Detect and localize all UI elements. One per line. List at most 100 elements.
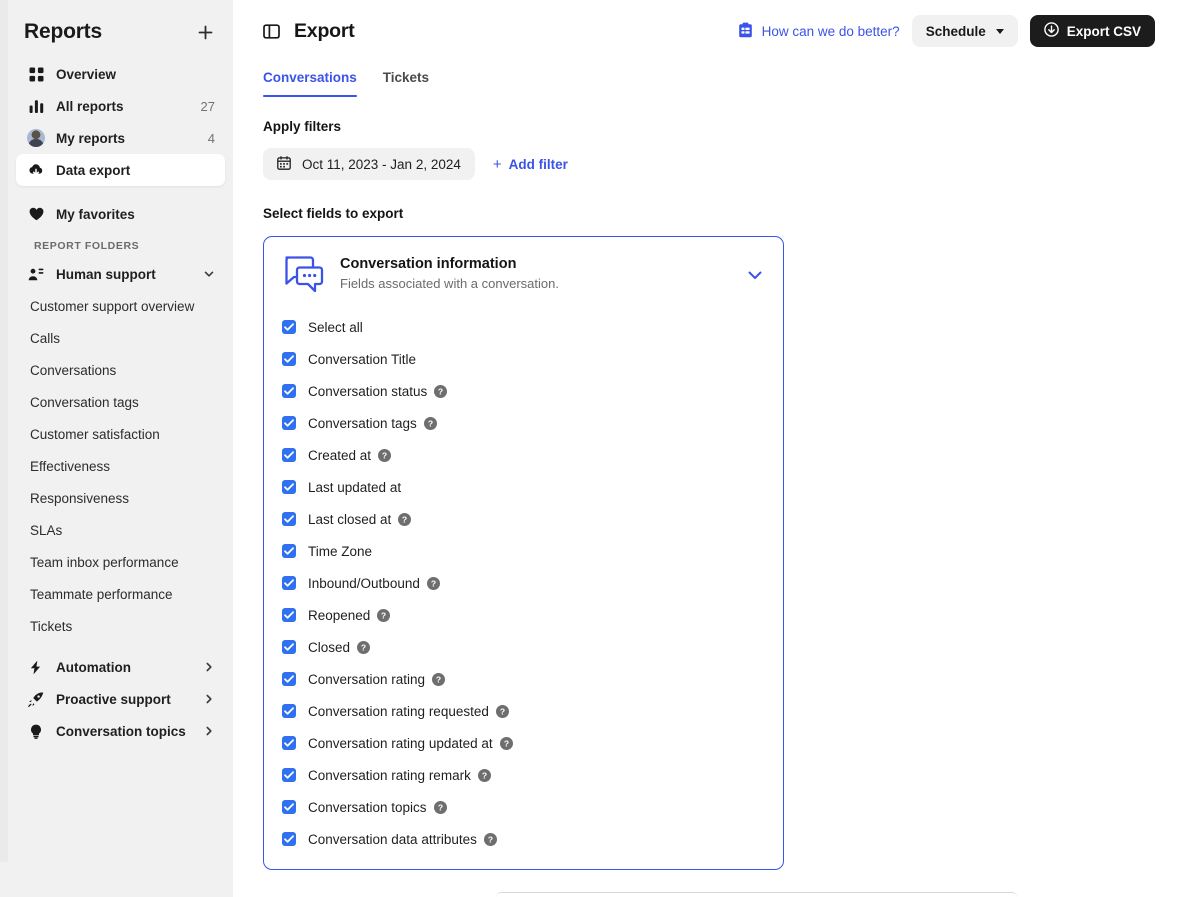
- field-row-select-all[interactable]: Select all: [282, 311, 765, 343]
- checkbox[interactable]: [282, 736, 296, 750]
- filters-row: Oct 11, 2023 - Jan 2, 2024 + Add filter: [263, 148, 1153, 180]
- sidebar-subitem-tickets[interactable]: Tickets: [16, 610, 225, 642]
- field-row-conversation-rating[interactable]: Conversation rating ?: [282, 663, 765, 695]
- field-row-conversation-status[interactable]: Conversation status ?: [282, 375, 765, 407]
- sidebar-item-all-reports[interactable]: All reports 27: [16, 90, 225, 122]
- export-csv-button[interactable]: Export CSV: [1029, 15, 1155, 47]
- sidebar-folder-label: Human support: [56, 266, 156, 282]
- help-icon[interactable]: ?: [426, 576, 440, 590]
- field-label: Conversation rating: [308, 671, 426, 687]
- sidebar-item-my-reports[interactable]: My reports 4: [16, 122, 225, 154]
- agent-icon: [26, 264, 46, 284]
- sidebar-folder-label: Automation: [56, 659, 131, 675]
- checkbox[interactable]: [282, 448, 296, 462]
- avatar: [27, 129, 45, 147]
- help-icon[interactable]: ?: [432, 672, 446, 686]
- field-row-reopened[interactable]: Reopened ?: [282, 599, 765, 631]
- field-row-last-closed-at[interactable]: Last closed at ?: [282, 503, 765, 535]
- sidebar-subitem-team-inbox-performance[interactable]: Team inbox performance: [16, 546, 225, 578]
- help-icon[interactable]: ?: [398, 512, 412, 526]
- lightbulb-icon: [26, 721, 46, 741]
- sidebar-scrollbar[interactable]: [0, 0, 8, 862]
- sidebar-folder-human-support[interactable]: Human support: [16, 258, 225, 290]
- field-row-conversation-rating-updated-at[interactable]: Conversation rating updated at ?: [282, 727, 765, 759]
- field-row-conversation-tags[interactable]: Conversation tags ?: [282, 407, 765, 439]
- help-icon[interactable]: ?: [477, 768, 491, 782]
- checkbox[interactable]: [282, 480, 296, 494]
- checkbox[interactable]: [282, 832, 296, 846]
- help-icon[interactable]: ?: [423, 416, 437, 430]
- checkbox[interactable]: [282, 544, 296, 558]
- sidebar-item-my-favorites[interactable]: My favorites: [16, 198, 225, 230]
- sidebar-subitem-responsiveness[interactable]: Responsiveness: [16, 482, 225, 514]
- chevron-right-icon[interactable]: [203, 693, 215, 705]
- field-row-conversation-title[interactable]: Conversation Title: [282, 343, 765, 375]
- chevron-down-icon[interactable]: [745, 265, 765, 285]
- chevron-right-icon[interactable]: [203, 661, 215, 673]
- tab-tickets[interactable]: Tickets: [383, 62, 429, 97]
- checkbox[interactable]: [282, 640, 296, 654]
- checkbox[interactable]: [282, 576, 296, 590]
- field-row-time-zone[interactable]: Time Zone: [282, 535, 765, 567]
- sidebar-item-data-export[interactable]: Data export: [16, 154, 225, 186]
- checkbox[interactable]: [282, 608, 296, 622]
- field-row-conversation-topics[interactable]: Conversation topics ?: [282, 791, 765, 823]
- help-icon[interactable]: ?: [377, 608, 391, 622]
- schedule-button[interactable]: Schedule: [911, 15, 1018, 47]
- svg-text:?: ?: [361, 642, 366, 652]
- field-list: Select all Conversation Title Conversati…: [282, 311, 765, 855]
- field-row-created-at[interactable]: Created at ?: [282, 439, 765, 471]
- help-icon[interactable]: ?: [495, 704, 509, 718]
- add-filter-button[interactable]: + Add filter: [487, 157, 574, 172]
- sidebar-subitem-effectiveness[interactable]: Effectiveness: [16, 450, 225, 482]
- tab-conversations[interactable]: Conversations: [263, 62, 357, 97]
- chevron-right-icon[interactable]: [203, 725, 215, 737]
- field-row-closed[interactable]: Closed ?: [282, 631, 765, 663]
- sidebar-folder-proactive-support[interactable]: Proactive support: [16, 683, 225, 715]
- svg-text:?: ?: [381, 610, 386, 620]
- checkbox[interactable]: [282, 768, 296, 782]
- checkbox[interactable]: [282, 320, 296, 334]
- help-icon[interactable]: ?: [357, 640, 371, 654]
- checkbox[interactable]: [282, 512, 296, 526]
- date-range-filter[interactable]: Oct 11, 2023 - Jan 2, 2024: [263, 148, 475, 180]
- sidebar-subitem-customer-support-overview[interactable]: Customer support overview: [16, 290, 225, 322]
- sidebar-folder-conversation-topics[interactable]: Conversation topics: [16, 715, 225, 747]
- sidebar-subitem-label: Effectiveness: [30, 458, 111, 474]
- field-row-last-updated-at[interactable]: Last updated at: [282, 471, 765, 503]
- sidebar-subitem-teammate-performance[interactable]: Teammate performance: [16, 578, 225, 610]
- field-row-conversation-data-attributes[interactable]: Conversation data attributes ?: [282, 823, 765, 855]
- sidebar-item-overview[interactable]: Overview: [16, 58, 225, 90]
- field-label: Inbound/Outbound: [308, 575, 420, 591]
- sidebar-subitem-customer-satisfaction[interactable]: Customer satisfaction: [16, 418, 225, 450]
- checkbox[interactable]: [282, 800, 296, 814]
- field-row-inbound-outbound[interactable]: Inbound/Outbound ?: [282, 567, 765, 599]
- help-icon[interactable]: ?: [499, 736, 513, 750]
- sidebar-subitem-calls[interactable]: Calls: [16, 322, 225, 354]
- field-row-conversation-rating-requested[interactable]: Conversation rating requested ?: [282, 695, 765, 727]
- sidebar-item-label: My reports: [56, 130, 126, 146]
- checkbox[interactable]: [282, 352, 296, 366]
- sidebar-folder-automation[interactable]: Automation: [16, 651, 225, 683]
- feedback-link[interactable]: How can we do better?: [738, 22, 900, 41]
- card-header[interactable]: Conversation information Fields associat…: [282, 253, 765, 295]
- checkbox[interactable]: [282, 384, 296, 398]
- checkbox[interactable]: [282, 704, 296, 718]
- help-icon[interactable]: ?: [483, 832, 497, 846]
- svg-text:?: ?: [437, 802, 442, 812]
- sidebar-subitem-conversation-tags[interactable]: Conversation tags: [16, 386, 225, 418]
- field-row-conversation-rating-remark[interactable]: Conversation rating remark ?: [282, 759, 765, 791]
- help-icon[interactable]: ?: [378, 448, 392, 462]
- chevron-down-icon[interactable]: [203, 268, 215, 280]
- help-icon[interactable]: ?: [433, 800, 447, 814]
- panel-toggle-icon[interactable]: [263, 23, 280, 40]
- sidebar-subitem-conversations[interactable]: Conversations: [16, 354, 225, 386]
- checkbox[interactable]: [282, 672, 296, 686]
- add-report-button[interactable]: [193, 20, 217, 44]
- checkbox[interactable]: [282, 416, 296, 430]
- sidebar-item-count: 27: [200, 98, 215, 114]
- svg-text:?: ?: [382, 450, 387, 460]
- sidebar-subitem-slas[interactable]: SLAs: [16, 514, 225, 546]
- help-icon[interactable]: ?: [434, 384, 448, 398]
